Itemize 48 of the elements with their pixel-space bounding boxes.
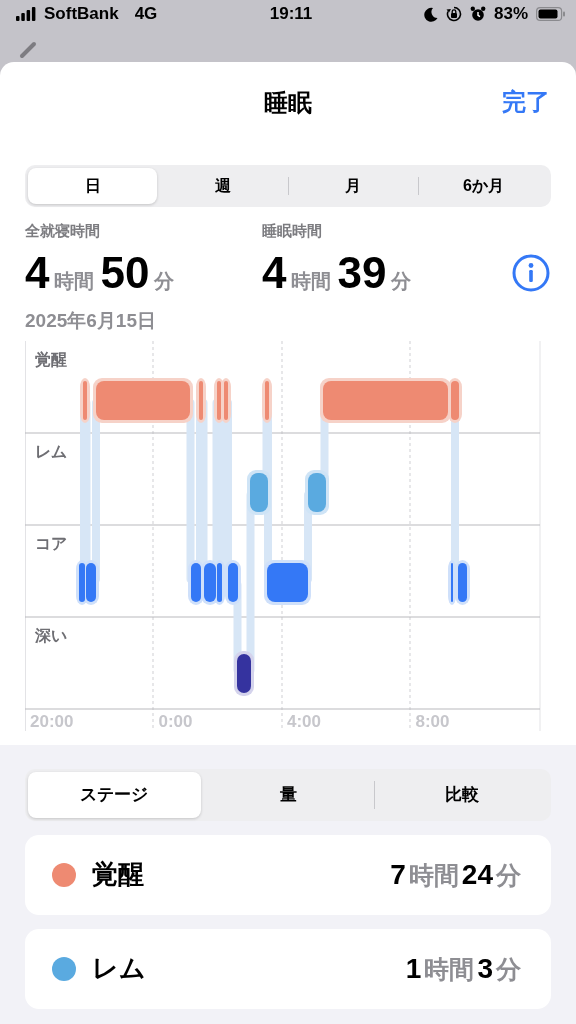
stat-label: 睡眠時間 (262, 221, 323, 241)
rotation-lock-icon (445, 6, 462, 22)
stage-name: レム (92, 952, 146, 985)
segment-tab[interactable]: 比較 (375, 772, 548, 818)
stage-label: コア (35, 535, 67, 552)
duration-unit: 時間 (408, 859, 459, 891)
info-icon (511, 253, 551, 293)
stat-value: 4 (25, 248, 50, 297)
stat-unit: 分 (154, 268, 175, 294)
segment-tab[interactable]: 日 (28, 168, 158, 204)
moon-icon (423, 6, 438, 22)
duration-value: 3 (477, 951, 493, 986)
stage-name: 覚醒 (92, 858, 144, 891)
carrier-name: SoftBank (44, 3, 119, 26)
duration-value: 24 (461, 857, 493, 892)
duration-unit: 分 (496, 859, 521, 891)
segment-tab[interactable]: 6か月 (418, 168, 548, 204)
stat-value: 50 (100, 248, 150, 297)
stage-label: 深い (35, 627, 67, 644)
duration-unit: 時間 (424, 953, 475, 985)
stat-unit: 時間 (291, 268, 332, 294)
time-axis-label: 8:00 (415, 712, 450, 731)
time-axis-label: 4:00 (287, 712, 322, 731)
done-button[interactable]: 完了 (502, 84, 550, 120)
network-type: 4G (134, 3, 158, 26)
signal-icon (16, 7, 36, 21)
stage-label: レム (35, 443, 67, 460)
duration-value: 1 (405, 951, 422, 986)
date-label: 2025年6月15日 (25, 309, 156, 331)
time-axis-label: 0:00 (158, 712, 193, 731)
segment-tab[interactable]: ステージ (28, 772, 201, 818)
segment-tab[interactable]: 週 (158, 168, 288, 204)
stat-unit: 分 (391, 268, 412, 294)
status-time: 19:11 (269, 4, 313, 24)
alarm-icon (469, 6, 486, 22)
time-axis-label: 20:00 (30, 712, 74, 731)
battery-icon (536, 7, 566, 21)
stat-unit: 時間 (54, 268, 95, 294)
segment-tab[interactable]: 量 (201, 772, 375, 818)
stat-value: 39 (337, 248, 387, 297)
battery-percent: 83% (493, 3, 528, 26)
duration-value: 7 (390, 857, 406, 892)
duration-unit: 分 (496, 953, 521, 985)
segment-tab[interactable]: 月 (288, 168, 418, 204)
stage-label: 覚醒 (35, 351, 67, 368)
stat-value: 4 (262, 248, 287, 297)
sheet-title: 睡眠 (264, 88, 312, 118)
stat-label: 全就寝時間 (25, 221, 101, 241)
